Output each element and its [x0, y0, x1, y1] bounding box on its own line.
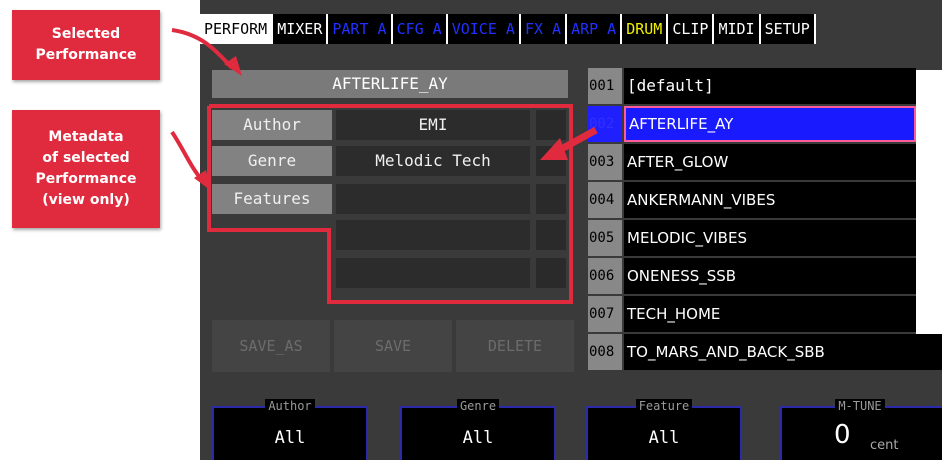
- mtune-unit: cent: [870, 438, 899, 453]
- mtune-value: 0: [834, 420, 851, 450]
- tab-fx-a[interactable]: FX A: [520, 14, 568, 44]
- callout-selected-performance-text: Selected Performance: [35, 26, 137, 63]
- selected-performance-name: AFTERLIFE_AY: [212, 70, 568, 98]
- author-filter-knob[interactable]: Author All: [212, 399, 368, 460]
- list-item-name: MELODIC_VIBES: [624, 220, 916, 256]
- list-item-name: AFTER_GLOW: [624, 144, 916, 180]
- features-value-3: [336, 258, 530, 288]
- tab-setup[interactable]: SETUP: [760, 14, 816, 44]
- list-item[interactable]: 006 ONENESS_SSB: [588, 258, 942, 294]
- knob-value: All: [462, 428, 494, 448]
- features-extra-cell-1: [536, 184, 566, 214]
- author-extra-cell: [536, 110, 566, 140]
- list-item-number: 004: [588, 182, 622, 218]
- save-button[interactable]: SAVE: [334, 320, 452, 372]
- tab-perform[interactable]: PERFORM: [200, 14, 274, 44]
- list-item-selected[interactable]: 002 AFTERLIFE_AY: [588, 106, 942, 142]
- delete-button[interactable]: DELETE: [456, 320, 574, 372]
- callout-selected-performance: Selected Performance: [12, 10, 160, 80]
- genre-value: Melodic Tech: [336, 146, 530, 176]
- mtune-knob[interactable]: M-TUNE 0 cent: [780, 399, 942, 460]
- arrow-to-metadata: [170, 130, 204, 182]
- callout-metadata-text: Metadata of selected Performance (view o…: [35, 129, 137, 208]
- genre-filter-knob[interactable]: Genre All: [400, 399, 556, 460]
- callout-metadata: Metadata of selected Performance (view o…: [12, 110, 160, 228]
- author-value: EMI: [336, 110, 530, 140]
- list-item[interactable]: 004 ANKERMANN_VIBES: [588, 182, 942, 218]
- list-item-number: 003: [588, 144, 622, 180]
- list-item-number: 005: [588, 220, 622, 256]
- knob-label: Author: [214, 399, 366, 413]
- list-item-name: TO_MARS_AND_BACK_SBB: [624, 334, 942, 370]
- list-item-number: 002: [588, 106, 622, 142]
- tab-arp-a[interactable]: ARP A: [567, 14, 623, 44]
- tab-bar: PERFORM MIXER PART A CFG A VOICE A FX A …: [200, 14, 942, 44]
- features-value-2: [336, 220, 530, 250]
- genre-label: Genre: [212, 146, 332, 176]
- list-item-name: [default]: [624, 68, 916, 104]
- list-item-number: 008: [588, 334, 622, 370]
- list-item-number: 007: [588, 296, 622, 332]
- tab-voice-a[interactable]: VOICE A: [447, 14, 521, 44]
- list-item-number: 006: [588, 258, 622, 294]
- list-item-name: TECH_HOME: [624, 296, 916, 332]
- tab-part-a[interactable]: PART A: [328, 14, 393, 44]
- tab-midi[interactable]: MIDI: [714, 14, 761, 44]
- tab-cfg-a[interactable]: CFG A: [392, 14, 448, 44]
- features-value-1: [336, 184, 530, 214]
- features-extra-cell-3: [536, 258, 566, 288]
- list-item[interactable]: 001 [default]: [588, 68, 942, 104]
- knob-label: Genre: [402, 399, 554, 413]
- performance-screen: PERFORM MIXER PART A CFG A VOICE A FX A …: [200, 0, 942, 460]
- list-item-name: AFTERLIFE_AY: [624, 106, 916, 142]
- knob-label: Feature: [588, 399, 740, 413]
- knob-value: All: [274, 428, 306, 448]
- list-item-name: ONENESS_SSB: [624, 258, 942, 294]
- list-item-name: ANKERMANN_VIBES: [624, 182, 942, 218]
- features-label: Features: [212, 184, 332, 214]
- tab-clip[interactable]: CLIP: [668, 14, 715, 44]
- tab-drum[interactable]: DRUM: [622, 14, 669, 44]
- knob-label: M-TUNE: [782, 399, 938, 413]
- genre-extra-cell: [536, 146, 566, 176]
- features-extra-cell-2: [536, 220, 566, 250]
- list-item[interactable]: 007 TECH_HOME: [588, 296, 942, 332]
- list-scrollbar-area[interactable]: [916, 70, 942, 334]
- knob-value: All: [648, 428, 680, 448]
- author-label: Author: [212, 110, 332, 140]
- list-item[interactable]: 008 TO_MARS_AND_BACK_SBB: [588, 334, 942, 370]
- tab-mixer[interactable]: MIXER: [273, 14, 329, 44]
- list-item[interactable]: 005 MELODIC_VIBES: [588, 220, 942, 256]
- feature-filter-knob[interactable]: Feature All: [586, 399, 742, 460]
- list-item[interactable]: 003 AFTER_GLOW: [588, 144, 942, 180]
- list-item-number: 001: [588, 68, 622, 104]
- save-as-button[interactable]: SAVE_AS: [212, 320, 330, 372]
